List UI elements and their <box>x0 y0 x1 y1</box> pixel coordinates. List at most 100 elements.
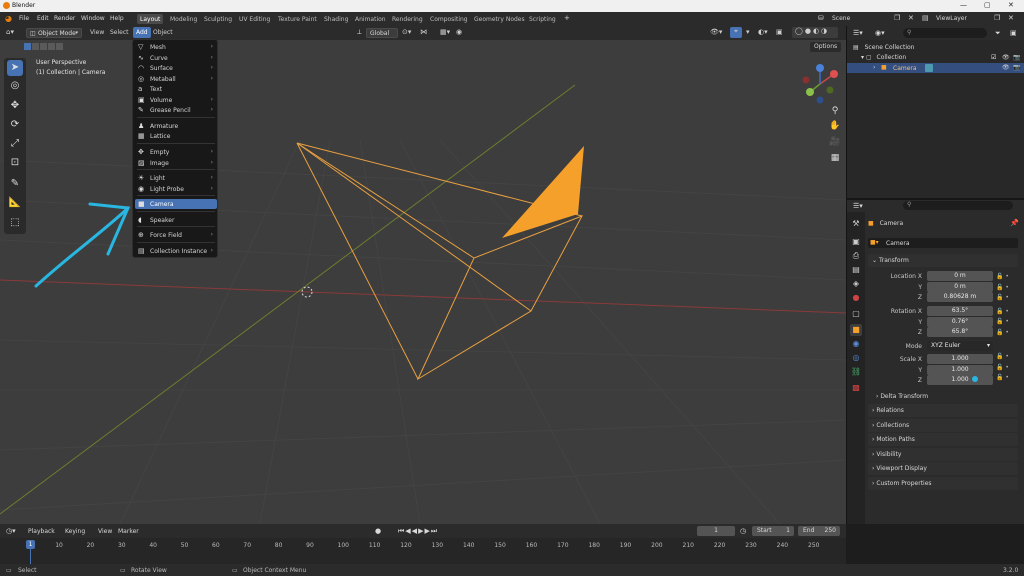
scale-y-field[interactable]: 1.000 <box>927 365 993 375</box>
lock-icon[interactable]: 🔓 • <box>996 352 1009 363</box>
options-button[interactable]: Options <box>810 42 842 52</box>
transform-tool-icon[interactable]: ⊡ <box>7 155 23 171</box>
rotate-tool-icon[interactable]: ⟳ <box>7 117 23 133</box>
copy-view-layer-icon[interactable]: ❐ <box>994 14 1000 22</box>
minimize-icon[interactable]: — <box>960 1 967 9</box>
delta-transform-subpanel[interactable]: › Delta Transform <box>876 393 928 400</box>
visibility-panel-header[interactable]: › Visibility <box>868 448 1018 461</box>
camera-view-icon[interactable]: 🎥 <box>828 135 842 149</box>
properties-editor-icon[interactable]: ☰▾ <box>853 202 863 210</box>
outliner-row-camera[interactable]: › ■ Camera 👁 📷 <box>847 63 1024 73</box>
constraint-tab-icon[interactable]: ⛓ <box>850 366 862 378</box>
overlay-toggle-icon[interactable]: ◐▾ <box>758 28 768 36</box>
copy-scene-icon[interactable]: ❐ <box>894 14 900 22</box>
outliner-search-input[interactable]: ⚲ <box>903 28 987 38</box>
view-layer-name[interactable]: ViewLayer <box>936 15 967 22</box>
workspace-tab-animation[interactable]: Animation <box>352 14 389 24</box>
camera-render-icon[interactable]: 📷 <box>1013 54 1020 61</box>
select-subtract-icon[interactable] <box>40 43 47 50</box>
add-menu-item-armature[interactable]: ♟ Armature <box>135 121 217 131</box>
eye-icon[interactable]: 👁 <box>1002 64 1010 71</box>
add-menu-item-speaker[interactable]: ◖ Speaker <box>135 215 217 225</box>
playback-controls-icon[interactable]: ⏮◀◀▶▶⏭ <box>398 527 438 536</box>
transform-panel-header[interactable]: ⌄ Transform <box>868 254 1018 267</box>
world-tab-icon[interactable]: ● <box>850 292 862 304</box>
outliner-row-collection[interactable]: ▾ ▢ Collection ☑ 👁 📷 <box>861 54 1021 61</box>
pan-hand-icon[interactable]: ✋ <box>828 119 842 133</box>
menu-add[interactable]: Add <box>133 27 151 38</box>
add-menu-item-metaball[interactable]: ◎ Metaball › <box>135 74 217 84</box>
object-data-tab-icon[interactable]: ▩ <box>850 382 862 394</box>
editor-type-icon[interactable]: ⌂▾ <box>6 28 14 36</box>
lock-icon[interactable]: 🔓 • <box>996 283 1009 294</box>
menu-render[interactable]: Render <box>54 15 75 22</box>
workspace-tab-uv-editing[interactable]: UV Editing <box>236 14 273 24</box>
checkbox-icon[interactable]: ☑ <box>991 54 996 61</box>
add-menu-item-volume[interactable]: ▣ Volume › <box>135 95 217 105</box>
shading-mode-buttons[interactable]: ◯●◐◑ <box>792 27 838 38</box>
lock-icon[interactable]: 🔓 • <box>996 373 1009 384</box>
visibility-icon[interactable]: 👁▾ <box>710 28 722 36</box>
workspace-tab-geometry-nodes[interactable]: Geometry Nodes <box>471 14 528 24</box>
select-box-tool-icon[interactable]: ➤ <box>7 60 23 76</box>
add-workspace-icon[interactable]: + <box>564 14 570 22</box>
start-frame-field[interactable]: Start 1 <box>752 526 794 536</box>
object-name-field[interactable]: ■▾ Camera <box>868 238 1018 248</box>
add-menu-item-lattice[interactable]: ▦ Lattice <box>135 131 217 141</box>
tool-tab-icon[interactable]: ⚒ <box>850 218 862 230</box>
menu-object[interactable]: Object <box>153 29 173 36</box>
measure-tool-icon[interactable]: 📐 <box>7 195 23 211</box>
timeline-ruler[interactable]: 1 11020304050607080901001101201301401501… <box>0 538 846 564</box>
add-menu-item-empty[interactable]: ✥ Empty › <box>135 147 217 157</box>
end-frame-field[interactable]: End 250 <box>798 526 840 536</box>
location-x-field[interactable]: 0 m <box>927 271 993 281</box>
menu-select[interactable]: Select <box>110 29 129 36</box>
menu-file[interactable]: File <box>19 15 29 22</box>
scene-tab-icon[interactable]: ◈ <box>850 278 862 290</box>
add-menu-item-force-field[interactable]: ⊕ Force Field › <box>135 230 217 240</box>
zoom-icon[interactable]: ⚲ <box>828 104 842 118</box>
snap-icon[interactable]: ⋈ <box>420 28 427 36</box>
new-collection-icon[interactable]: ▣ <box>1010 29 1017 37</box>
add-menu-item-curve[interactable]: ∿ Curve › <box>135 53 217 63</box>
timeline-editor-icon[interactable]: ◷▾ <box>6 527 16 535</box>
close-icon[interactable]: ✕ <box>1008 1 1014 9</box>
pivot-point-icon[interactable]: ⊙▾ <box>402 28 411 36</box>
menu-edit[interactable]: Edit <box>37 15 49 22</box>
current-frame-field[interactable]: 1 <box>697 526 735 536</box>
lock-icon[interactable]: 🔓 • <box>996 272 1009 283</box>
transform-pivot-icon[interactable]: ⟂ <box>357 28 362 37</box>
outliner-editor-icon[interactable]: ☰▾ <box>853 29 863 37</box>
scale-tool-icon[interactable]: ⤢ <box>7 136 23 152</box>
menu-view[interactable]: View <box>90 29 104 36</box>
select-new-icon[interactable] <box>24 43 31 50</box>
menu-window[interactable]: Window <box>81 15 105 22</box>
outliner-row-scene-collection[interactable]: ▤ Scene Collection <box>853 44 914 51</box>
camera-render-icon[interactable]: 📷 <box>1013 64 1020 71</box>
render-tab-icon[interactable]: ▣ <box>850 236 862 248</box>
mode-dropdown[interactable]: ◫ Object Mode ▾ <box>26 28 82 38</box>
rotation-x-field[interactable]: 63.5° <box>927 306 993 316</box>
workspace-tab-compositing[interactable]: Compositing <box>427 14 471 24</box>
object-tab-icon[interactable]: ■ <box>850 324 862 336</box>
workspace-tab-layout[interactable]: Layout <box>137 14 164 24</box>
lock-icon[interactable]: 🔓 • <box>996 307 1009 318</box>
physics-tab-icon[interactable]: ◎ <box>850 352 862 364</box>
scale-x-field[interactable]: 1.000 <box>927 354 993 364</box>
lock-icon[interactable]: 🔓 • <box>996 293 1009 304</box>
rotation-y-field[interactable]: 0.76° <box>927 317 993 327</box>
workspace-tab-shading[interactable]: Shading <box>321 14 351 24</box>
collections-panel-header[interactable]: › Collections <box>868 419 1018 432</box>
annotate-tool-icon[interactable]: ✎ <box>7 176 23 192</box>
motion-paths-panel-header[interactable]: › Motion Paths <box>868 433 1018 446</box>
add-menu-item-surface[interactable]: ◠ Surface › <box>135 63 217 73</box>
navigation-gizmo[interactable] <box>798 62 842 106</box>
properties-search-input[interactable]: ⚲ <box>903 201 1013 210</box>
add-cube-tool-icon[interactable]: ⬚ <box>7 215 23 231</box>
collection-tab-icon[interactable]: ▢ <box>850 308 862 320</box>
workspace-tab-texture-paint[interactable]: Texture Paint <box>275 14 320 24</box>
lock-icon[interactable]: 🔓 • <box>996 363 1009 374</box>
selection-mode-buttons[interactable] <box>22 42 63 51</box>
modifier-tab-icon[interactable]: ◉ <box>850 338 862 350</box>
add-menu-item-mesh[interactable]: ▽ Mesh › <box>135 42 217 52</box>
